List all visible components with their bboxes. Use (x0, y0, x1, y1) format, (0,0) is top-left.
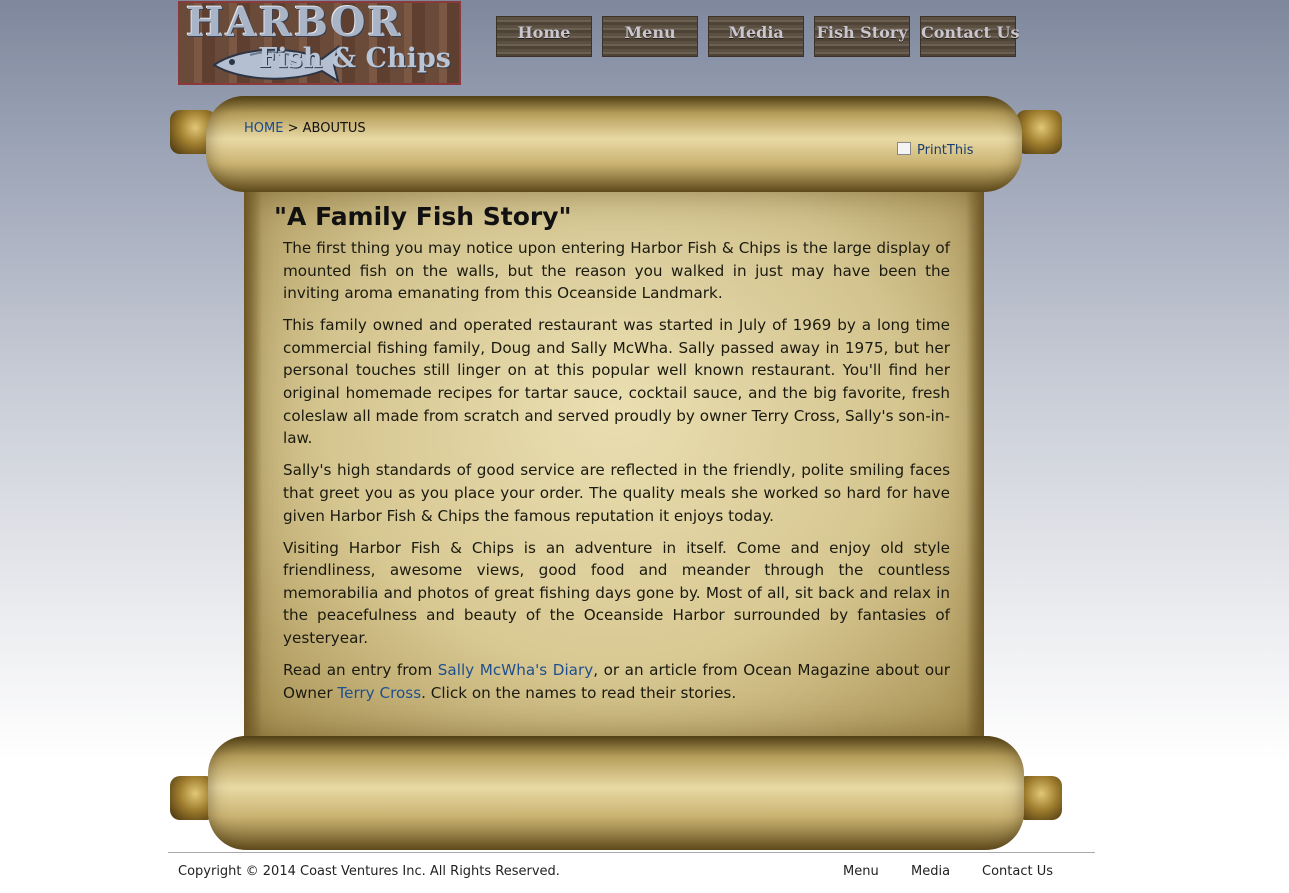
logo-harbor-text: HARBOR (186, 1, 403, 46)
copyright-text: Copyright © 2014 Coast Ventures Inc. All… (178, 864, 560, 879)
breadcrumb: HOME > ABOUTUS (244, 121, 366, 136)
nav-home-button[interactable]: Home (496, 16, 592, 57)
footer-media-link[interactable]: Media (911, 864, 950, 879)
breadcrumb-current: ABOUTUS (302, 121, 366, 136)
article-paragraph-links: Read an entry from Sally McWha's Diary, … (283, 659, 950, 704)
logo[interactable]: HARBOR Fish & Chips (178, 1, 461, 85)
text-segment: . Click on the names to read their stori… (421, 683, 737, 702)
breadcrumb-home-link[interactable]: HOME (244, 121, 283, 136)
article-paragraph: The first thing you may notice upon ente… (283, 239, 950, 303)
nav-menu-button[interactable]: Menu (602, 16, 698, 57)
article-paragraph: Visiting Harbor Fish & Chips is an adven… (283, 538, 950, 647)
scroll-handle-top-right (1016, 110, 1062, 154)
footer-divider (168, 852, 1095, 853)
print-this-label: PrintThis (917, 143, 974, 158)
nav-fish-story-button[interactable]: Fish Story (814, 16, 910, 57)
logo-fishchips-text: Fish & Chips (258, 43, 451, 74)
print-this-link[interactable]: PrintThis (897, 142, 973, 158)
footer-menu-link[interactable]: Menu (843, 864, 879, 879)
breadcrumb-separator: > (283, 121, 303, 136)
printer-icon (897, 142, 911, 155)
sally-mcwha-diary-link[interactable]: Sally McWha's Diary (438, 661, 593, 679)
nav-contact-us-button[interactable]: Contact Us (920, 16, 1019, 57)
page-title: "A Family Fish Story" (274, 202, 572, 231)
scroll-paper-edge-right (966, 188, 984, 740)
text-segment: Read an entry from (283, 661, 438, 680)
scroll-bottom-roll (208, 736, 1024, 850)
article-body: The first thing you may notice upon ente… (283, 237, 950, 714)
article-paragraph: This family owned and operated restauran… (283, 316, 950, 448)
nav-media-button[interactable]: Media (708, 16, 804, 57)
terry-cross-link[interactable]: Terry Cross (337, 684, 421, 702)
article-paragraph: Sally's high standards of good service a… (283, 461, 950, 525)
footer-contact-us-link[interactable]: Contact Us (982, 864, 1053, 879)
scroll-paper-edge-left (244, 188, 262, 740)
